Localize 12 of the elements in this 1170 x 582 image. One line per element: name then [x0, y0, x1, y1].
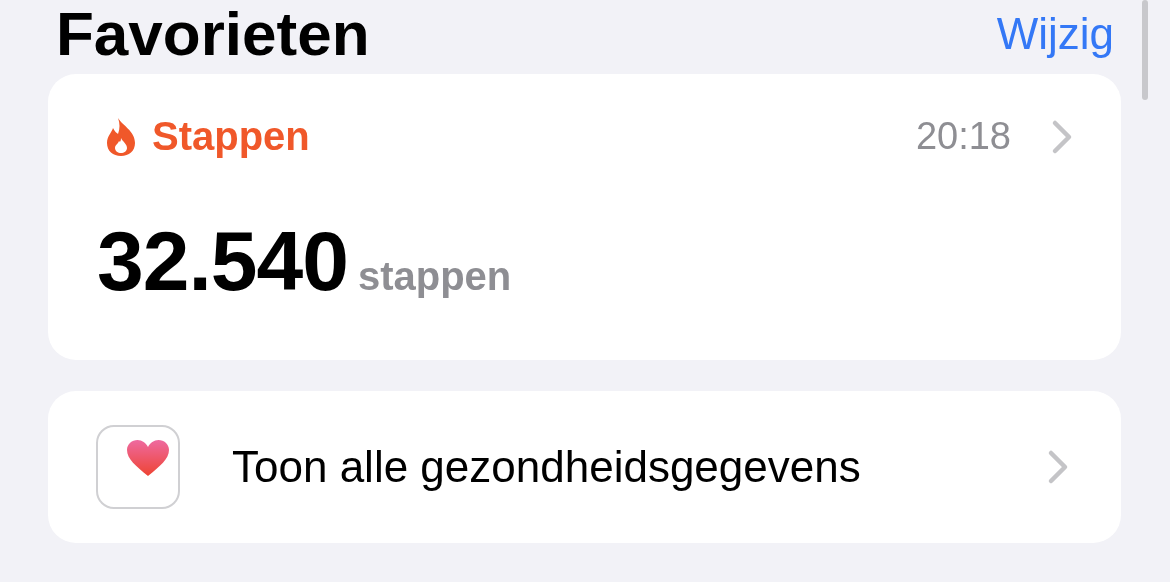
- step-count: 32.540: [97, 213, 348, 310]
- timestamp: 20:18: [915, 115, 1011, 158]
- edit-link[interactable]: Wijzig: [996, 4, 1114, 64]
- favorite-card[interactable]: Stappen 20:18 32.540 stappen: [48, 74, 1121, 360]
- health-app-icon: [96, 425, 180, 509]
- page-title: Favorieten: [56, 4, 370, 64]
- metric-title: Stappen: [152, 114, 310, 159]
- chevron-icon: [1051, 118, 1073, 155]
- unit-label: stappen: [357, 254, 512, 299]
- show-all-row[interactable]: Toon alle gezondheidsgegevens: [48, 391, 1121, 543]
- chevron-icon: [1047, 449, 1069, 485]
- show-all-label: Toon alle gezondheidsgegevens: [232, 442, 861, 492]
